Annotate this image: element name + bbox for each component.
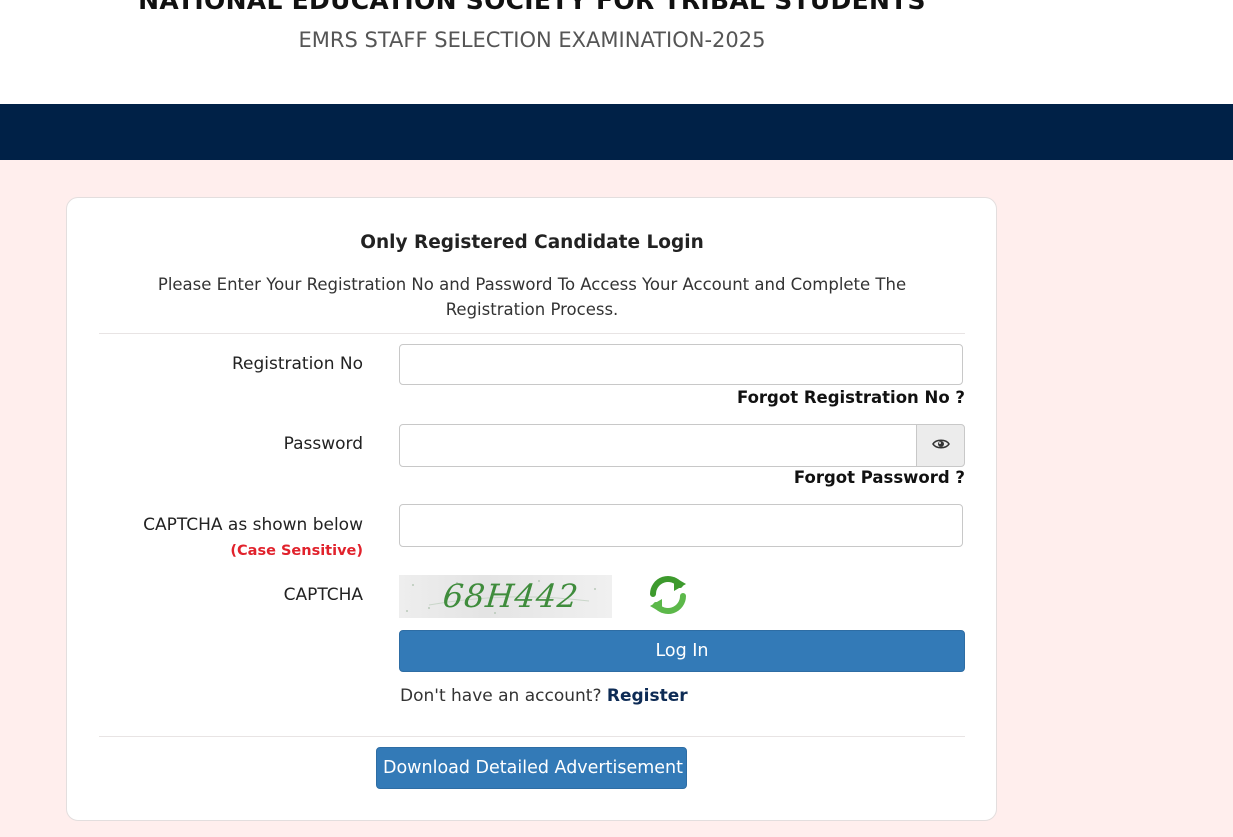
page-header: NATIONAL EDUCATION SOCIETY FOR TRIBAL ST… [0, 0, 1233, 104]
login-description: Please Enter Your Registration No and Pa… [157, 275, 907, 319]
captcha-label: CAPTCHA [283, 585, 363, 605]
refresh-icon [647, 576, 689, 620]
register-prompt: Don't have an account? Register [400, 686, 688, 706]
bottom-divider [99, 736, 965, 737]
captcha-code: 68H442 [441, 577, 581, 615]
captcha-refresh-button[interactable] [647, 574, 689, 616]
eye-icon [931, 437, 950, 455]
login-card: Only Registered Candidate Login Please E… [66, 197, 997, 821]
password-toggle-button[interactable] [916, 424, 965, 467]
top-navbar [0, 104, 1233, 160]
password-input[interactable] [399, 424, 917, 467]
captcha-input[interactable] [399, 504, 963, 547]
captcha-input-label-text: CAPTCHA as shown below [143, 515, 363, 535]
top-divider [99, 333, 965, 334]
organization-name: NATIONAL EDUCATION SOCIETY FOR TRIBAL ST… [138, 0, 926, 15]
forgot-password-link[interactable]: Forgot Password ? [794, 468, 965, 487]
password-group [399, 424, 965, 467]
forgot-registration-link[interactable]: Forgot Registration No ? [737, 388, 965, 407]
login-title: Only Registered Candidate Login [360, 232, 704, 253]
exam-name: EMRS STAFF SELECTION EXAMINATION-2025 [298, 28, 766, 52]
password-label: Password [283, 434, 363, 454]
no-account-text: Don't have an account? [400, 686, 602, 706]
download-advertisement-button[interactable]: Download Detailed Advertisement [376, 747, 687, 789]
registration-no-input[interactable] [399, 344, 963, 385]
registration-no-label: Registration No [231, 354, 363, 374]
captcha-input-label: CAPTCHA as shown below (Case Sensitive) [93, 513, 363, 564]
login-button[interactable]: Log In [399, 630, 965, 672]
captcha-image: 68H442 [399, 575, 612, 618]
case-sensitive-note: (Case Sensitive) [230, 543, 363, 559]
register-link[interactable]: Register [607, 686, 688, 706]
